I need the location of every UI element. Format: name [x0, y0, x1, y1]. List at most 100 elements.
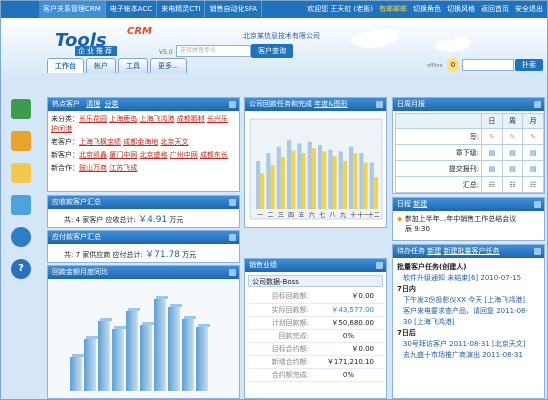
sales-value: ￥0.00 — [309, 290, 384, 304]
back-home-link[interactable]: 返回首页 — [481, 1, 509, 18]
customer-link[interactable]: 厦门中网 — [109, 150, 137, 160]
pencil-icon[interactable]: ✎ — [481, 128, 503, 145]
row-label: 新合作： — [51, 164, 79, 172]
help-icon[interactable]: ? — [11, 259, 31, 279]
tab-more[interactable]: 更多... — [150, 58, 187, 73]
panel-settings-icon[interactable] — [534, 248, 541, 255]
task-bar — [307, 141, 312, 209]
customer-link[interactable]: 成都金海地 — [123, 137, 158, 147]
tab-acc[interactable]: 电子帐本ACC — [106, 1, 158, 18]
month-tick-label: 五 — [298, 212, 304, 219]
tab-crm[interactable]: 客户关系管理CRM — [39, 1, 106, 18]
customer-link[interactable]: 长乐花园 — [79, 114, 107, 124]
year-graph-tab[interactable]: 年度&图形 — [314, 100, 347, 108]
task-item[interactable]: 客户来电要求查产品，请回复 2011-08- — [393, 306, 544, 317]
document-icon[interactable]: ▤ — [481, 160, 503, 177]
task-item[interactable]: 30 [上海飞鸿港] — [393, 317, 544, 328]
payment-task-chart: 一二三四五六七八九十十一十二 — [249, 118, 383, 220]
row-label: 老客户： — [51, 138, 79, 146]
customer-link[interactable]: 北京天文 — [160, 137, 188, 147]
customer-link[interactable]: 北京凯鑫 — [79, 150, 107, 160]
unread-mail[interactable]: 有邮邮邮 — [379, 1, 407, 18]
schedule-item[interactable]: ◆ 参加上半年...年中销售工作总结会议 辰 9:30 — [393, 211, 544, 237]
document-icon[interactable]: ▤ — [522, 144, 544, 161]
document-icon[interactable]: ▤ — [522, 160, 544, 177]
sales-row: 计划回款额: ￥50,680.00 — [249, 316, 384, 330]
task-item[interactable]: 30号拜访客户 2011-08-31 [北京天文] — [393, 339, 544, 350]
switch-role-link[interactable]: 切换角色 — [413, 1, 441, 18]
tab-cti[interactable]: 来电精灵CTI — [157, 1, 206, 18]
tab-workbench[interactable]: 工作台 — [47, 58, 84, 73]
bullet-icon: ◆ — [397, 215, 403, 223]
panel-settings-icon[interactable] — [229, 101, 236, 108]
comparison-bar — [126, 311, 138, 391]
customer-link[interactable]: 护闲港 — [51, 124, 72, 134]
tab-sfa[interactable]: 销售自动化SFA — [205, 1, 263, 18]
hot-manage-link[interactable]: 清理 — [86, 100, 100, 108]
database-icon[interactable] — [11, 195, 31, 215]
row-label: 未分类： — [51, 115, 79, 123]
panel-settings-icon[interactable] — [229, 199, 236, 206]
tab-tools[interactable]: 工具 — [118, 58, 148, 73]
top-search-button[interactable]: 扑索 — [515, 59, 543, 71]
payment-task-panel: 公司回款任务和完成 年度&图形 一二三四五六七八九十十一 十二 — [244, 97, 387, 228]
customer-link[interactable]: 北京盛格 — [139, 150, 167, 160]
panel-settings-icon[interactable] — [534, 201, 541, 208]
notes-icon[interactable] — [11, 131, 31, 151]
customer-link[interactable]: 上海鹿岛 — [109, 114, 137, 124]
chat-icon[interactable] — [11, 227, 31, 247]
payable-title: 应付款客户汇总 — [52, 233, 101, 241]
task-item[interactable]: 软件升级通知 未结束[6] 2010-07-15 — [393, 273, 544, 284]
customer-link[interactable]: 成都鹅材 — [177, 114, 205, 124]
document-icon[interactable]: ▤ — [481, 144, 503, 161]
customer-link[interactable]: 江苏飞成 — [109, 163, 137, 173]
customer-link[interactable]: 广州中网 — [170, 150, 198, 160]
month-tick-label: 九 — [340, 211, 346, 219]
receivable-pre: 共: — [64, 216, 74, 224]
pencil-icon[interactable]: ✎ — [522, 128, 544, 145]
panel-settings-icon[interactable] — [534, 101, 541, 108]
month-tick-label: 七 — [319, 211, 325, 219]
header: Tools CRM 企业推荐 V5.0 北京某信息技术有限公司 支持拼音手头 客… — [1, 18, 547, 73]
panel-settings-icon[interactable] — [229, 269, 236, 276]
panel-settings-icon[interactable] — [229, 234, 236, 241]
list-icon[interactable]: ☷ — [501, 176, 524, 193]
customer-link[interactable]: 上海飞鸿港 — [139, 114, 174, 124]
tab-account[interactable]: 帐户 — [86, 58, 116, 73]
add-contact-icon[interactable] — [11, 99, 31, 119]
report-col-day: 日 — [481, 113, 503, 129]
report-table: 日周月 写: ✎ ✎ ✎ 章下级: ▤ ▤ ▤ 提交报刊: ▤ ▤ ▤ 汇总: ☷ ☷ ☷ — [394, 113, 544, 193]
document-icon[interactable]: ▤ — [501, 160, 524, 177]
top-search-input[interactable] — [462, 59, 514, 71]
tasks-batch-link[interactable]: 新建批量客户任务 — [443, 247, 499, 255]
list-icon[interactable]: ☷ — [522, 176, 544, 193]
comparison-bar — [112, 329, 124, 391]
customer-link[interactable]: 上海飞枫宝绩 — [79, 137, 121, 147]
receivable-unit: 万元 — [169, 216, 184, 224]
schedule-new-link[interactable]: 新建 — [413, 200, 427, 208]
customer-link[interactable]: 鼓山万商 — [79, 163, 107, 173]
task-item[interactable]: 去九盛十市场推广商演出 2011-08-31 — [393, 350, 544, 361]
profile-count: 0 — [447, 58, 459, 72]
task-item[interactable]: 下午发2份投影仪XX 今天 [上海飞鸿港] — [393, 295, 544, 306]
completed-bar — [363, 162, 368, 209]
document-icon[interactable]: ▤ — [501, 144, 524, 161]
profile-status[interactable]: offline 0 — [427, 58, 461, 74]
switch-style-link[interactable]: 切换风格 — [447, 1, 475, 18]
tasks-new-link[interactable]: 新建 — [427, 247, 441, 255]
sales-value: ￥50,680.00 — [309, 316, 384, 330]
mail-icon[interactable] — [11, 163, 31, 183]
customer-search-input[interactable]: 支持拼音手头 — [176, 45, 251, 57]
hot-share-link[interactable]: 分类 — [104, 100, 118, 108]
panel-settings-icon[interactable] — [376, 101, 383, 108]
pencil-icon[interactable]: ✎ — [501, 128, 524, 145]
list-icon[interactable]: ☷ — [481, 176, 503, 193]
panel-settings-icon[interactable] — [376, 262, 383, 269]
logo-subtitle: 企业推荐 — [75, 46, 117, 56]
customer-link[interactable]: 成都东长 — [200, 150, 228, 160]
welcome-text: 欢迎您 王天虹 (老板) — [307, 5, 373, 13]
comparison-bar — [168, 307, 180, 391]
logout-link[interactable]: 安全退出 — [515, 1, 543, 18]
customer-link[interactable]: 长兴乐 — [207, 114, 228, 124]
customer-search-button[interactable]: 客户查询 — [251, 44, 293, 58]
